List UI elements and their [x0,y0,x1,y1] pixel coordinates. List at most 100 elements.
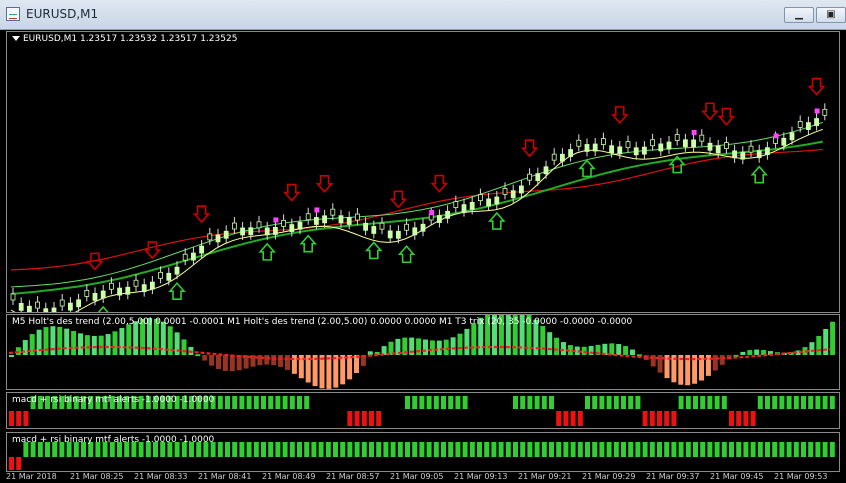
alert-bar-up [613,442,619,457]
candle [592,143,598,152]
alert-bar-up [268,396,274,409]
main-chart-pane[interactable]: EURUSD,M1 1.23517 1.23532 1.23517 1.2352… [6,31,840,313]
histogram-bar [71,330,77,355]
candle [797,121,803,128]
histogram-bar [816,335,822,355]
candle [322,215,328,224]
indicator-pane-holt[interactable]: M5 Holt's des trend (2.00,5.00) 0.0001 -… [6,314,840,390]
candle [363,222,369,231]
alert-bar-up [541,442,547,457]
alert-bar-up [498,442,504,457]
alert-bar-up [606,442,612,457]
candle [674,134,680,141]
candle [117,287,122,296]
sell-arrow-icon [283,183,301,202]
alert-bar-up [390,442,396,457]
candle [330,208,336,216]
histogram-bar [443,339,449,355]
candle [494,196,500,205]
alert-bar-up [793,442,799,457]
alert-bar-up [333,442,338,457]
candle [338,215,344,224]
indicator-pane-binary-2[interactable]: macd + rsi binary mtf alerts -1.0000 -1.… [6,432,840,472]
candle [650,139,655,147]
moving-average-green-thick [10,140,823,295]
alert-bar-up [534,396,540,409]
candle [26,305,32,312]
histogram-bar [91,336,97,355]
indicator-pane-binary-1[interactable]: macd + rsi binary mtf alerts -1.0000 -1.… [6,392,840,429]
candle [281,219,287,227]
time-axis-label: 21 Mar 08:57 [326,472,380,481]
time-axis-label: 21 Mar 08:25 [70,472,124,481]
time-axis-label: 21 Mar 09:21 [518,472,572,481]
alert-bar-up [441,442,446,457]
alert-bar-up [757,396,763,409]
maximize-button[interactable]: ▣ [816,7,846,23]
alert-bar-up [347,442,353,457]
alert-bar-up [772,442,778,457]
moving-average-green-thin [10,121,823,288]
alert-bar-up [268,442,274,457]
histogram-bar [105,334,111,355]
histogram-bar [740,351,746,355]
histogram-bar [823,328,829,355]
histogram-bar [57,326,63,355]
alert-bar-up [246,442,252,457]
candle [371,226,377,234]
histogram-bar [216,355,221,370]
time-axis-label: 21 Mar 09:29 [582,472,636,481]
histogram-bar [119,327,125,355]
candle [699,134,705,142]
alert-bar-up [282,396,288,409]
signal-marker [814,108,820,114]
alert-bar-up [477,442,482,457]
candle [625,141,631,149]
histogram-bar [436,340,442,355]
alert-bar-down [570,411,576,426]
histogram-bar [222,355,228,371]
signal-marker [691,129,697,135]
alert-bar-up [815,442,821,457]
candle [527,173,532,181]
candle [264,227,270,236]
histogram-bar [229,355,235,372]
candle [387,230,393,239]
alert-bar-up [765,396,770,409]
alert-bar-up [297,442,302,457]
histogram-bar [278,355,284,367]
alert-bar-down [556,411,562,426]
candle [732,150,737,159]
buy-arrow-icon [97,305,109,312]
alert-bar-up [304,396,310,409]
histogram-bar [326,355,332,389]
alert-bar-up [419,442,425,457]
alert-bar-down [361,411,367,426]
alert-bar-down [642,411,648,426]
candle [642,146,647,155]
histogram-bar [9,355,14,357]
sell-arrow-icon [611,106,629,125]
alert-bar-up [484,442,490,457]
alert-bar-up [253,396,259,409]
candle [666,141,672,150]
alert-bar-up [721,396,727,409]
alert-bar-up [577,442,583,457]
candle [551,153,557,161]
candle [313,217,319,225]
sell-arrow-icon [143,241,162,260]
alert-bar-up [664,442,670,457]
minimize-button[interactable]: ▁ [784,7,814,23]
histogram-bar [581,346,587,355]
alert-bar-up [786,442,792,457]
alert-bar-down [563,411,569,426]
candle [354,213,360,221]
time-axis-label: 21 Mar 2018 [6,472,57,481]
histogram-bar [754,349,760,355]
alert-bar-up [563,442,569,457]
candle [748,145,754,153]
candle [133,279,139,287]
candle [765,147,770,156]
histogram-bar [181,339,187,355]
alert-bar-up [455,396,461,409]
